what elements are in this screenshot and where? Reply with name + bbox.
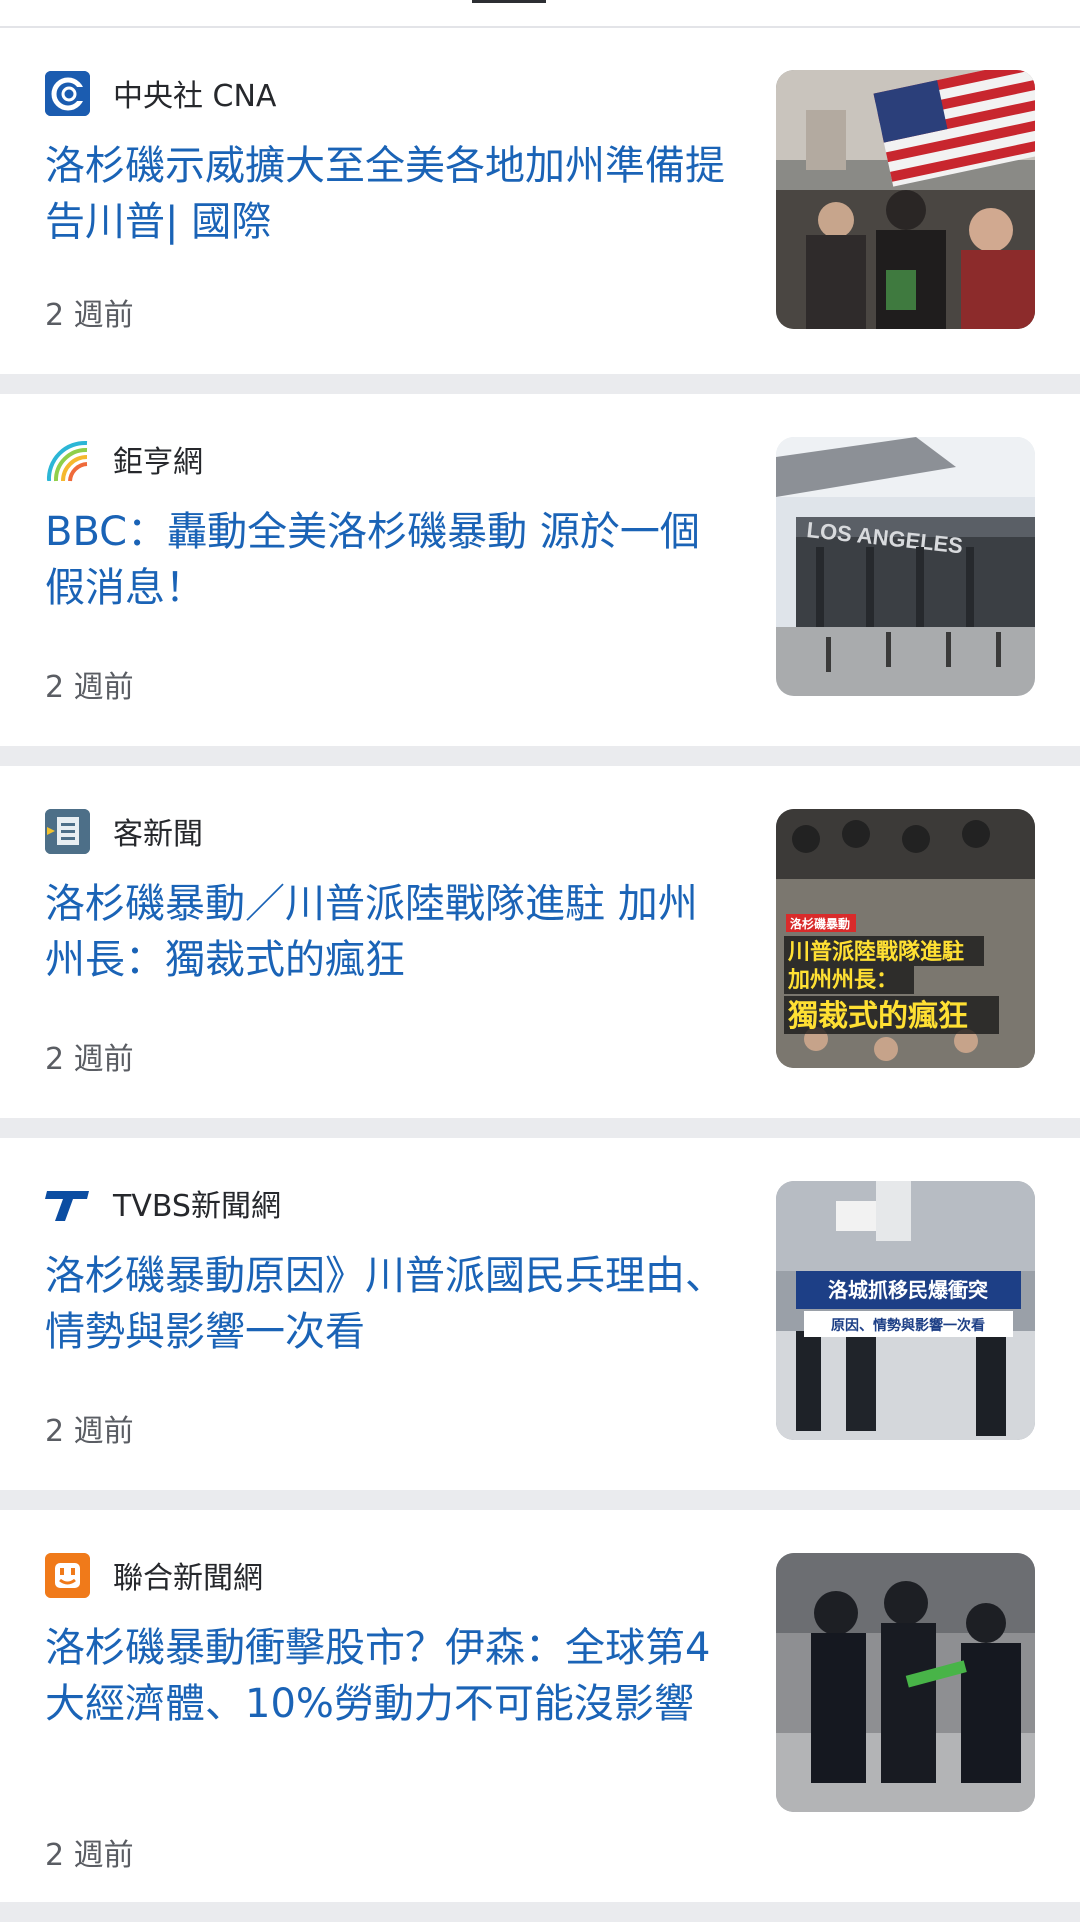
thumbnail-image[interactable]: 洛城抓移民爆衝突 原因、情勢與影響一次看 [776,1181,1035,1440]
thumbnail-line-1: 川普派陸戰隊進駐 [787,939,964,965]
headline-link[interactable]: 洛杉磯暴動／川普派陸戰隊進駐 加州州長：獨裁式的瘋狂 [45,876,735,988]
timestamp: 2 週前 [45,298,134,333]
headline-link[interactable]: 洛杉磯暴動衝擊股市？伊森：全球第4大經濟體、10%勞動力不可能沒影響 [45,1620,735,1732]
source-row: 中央社 CNA [45,70,276,116]
hakka-news-logo-icon [45,808,90,854]
thumbnail-line-2: 加州州長： [787,968,898,993]
timestamp: 2 週前 [45,1838,134,1873]
card-separator [0,746,1080,766]
source-row: 客新聞 [45,808,203,854]
thumbnail-tag: 洛杉磯暴動 [790,916,850,931]
card-separator [0,1902,1080,1922]
thumbnail-image[interactable]: 洛杉磯暴動 川普派陸戰隊進駐 加州州長： 獨裁式的瘋狂 [776,809,1035,1068]
thumbnail-image[interactable]: LOS ANGELES [776,437,1035,696]
news-card[interactable]: 客新聞 洛杉磯暴動／川普派陸戰隊進駐 加州州長：獨裁式的瘋狂 2 週前 洛杉磯暴… [0,766,1080,1118]
top-tab-strip [0,0,1080,28]
source-row: 鉅亨網 [45,436,203,482]
source-name: 中央社 CNA [113,79,277,114]
cna-logo-icon [45,70,90,116]
source-name: 客新聞 [113,817,203,852]
udn-logo-icon [45,1552,90,1598]
source-name: TVBS新聞網 [113,1189,281,1224]
news-card[interactable]: 聯合新聞網 洛杉磯暴動衝擊股市？伊森：全球第4大經濟體、10%勞動力不可能沒影響… [0,1510,1080,1902]
news-feed: 中央社 CNA 洛杉磯示威擴大至全美各地加州準備提告川普| 國際 2 週前 鉅亨… [0,28,1080,1922]
news-card[interactable]: TVBS新聞網 洛杉磯暴動原因》川普派國民兵理由、情勢與影響一次看 2 週前 洛… [0,1138,1080,1490]
headline-link[interactable]: 洛杉磯暴動原因》川普派國民兵理由、情勢與影響一次看 [45,1248,735,1360]
active-tab-indicator [472,0,546,3]
cnyes-rainbow-logo-icon [45,437,90,482]
timestamp: 2 週前 [45,670,134,705]
thumbnail-line-1: 洛城抓移民爆衝突 [828,1278,988,1302]
tvbs-logo-icon [45,1181,90,1226]
timestamp: 2 週前 [45,1414,134,1449]
news-card[interactable]: 中央社 CNA 洛杉磯示威擴大至全美各地加州準備提告川普| 國際 2 週前 [0,28,1080,374]
thumbnail-image[interactable] [776,70,1035,329]
source-name: 鉅亨網 [113,445,203,480]
source-row: TVBS新聞網 [45,1180,281,1226]
card-separator [0,374,1080,394]
source-row: 聯合新聞網 [45,1552,263,1598]
timestamp: 2 週前 [45,1042,134,1077]
headline-link[interactable]: 洛杉磯示威擴大至全美各地加州準備提告川普| 國際 [45,138,735,250]
thumbnail-line-3: 獨裁式的瘋狂 [788,999,968,1034]
card-separator [0,1118,1080,1138]
thumbnail-line-2: 原因、情勢與影響一次看 [831,1317,985,1334]
source-name: 聯合新聞網 [113,1561,263,1596]
news-card[interactable]: 鉅亨網 BBC：轟動全美洛杉磯暴動 源於一個假消息！ 2 週前 LOS ANGE… [0,394,1080,746]
card-separator [0,1490,1080,1510]
headline-link[interactable]: BBC：轟動全美洛杉磯暴動 源於一個假消息！ [45,504,735,616]
thumbnail-image[interactable] [776,1553,1035,1812]
